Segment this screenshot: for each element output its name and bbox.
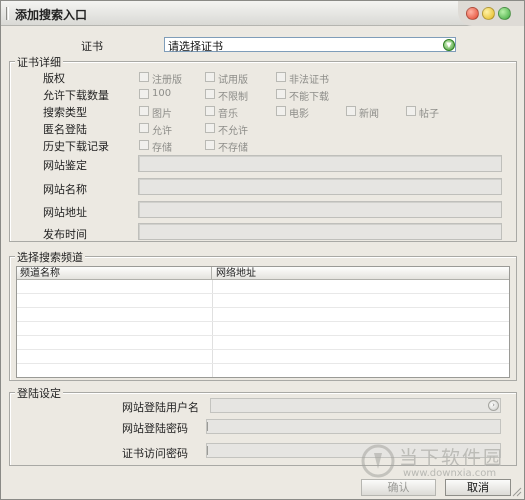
certificate-label: 证书 [81, 40, 103, 53]
checkbox-allow[interactable] [139, 123, 149, 133]
checkbox-news-label: 新闻 [359, 109, 379, 120]
resize-grip-icon[interactable] [510, 485, 522, 497]
username-combo[interactable]: › [210, 398, 501, 413]
download-count-label: 允许下载数量 [43, 89, 109, 102]
certificate-value: 请选择证书 [168, 40, 223, 53]
checkbox-trial-label: 试用版 [218, 75, 248, 86]
watermark-url: www.downxia.com [403, 468, 497, 479]
cert-password-label: 证书访问密码 [122, 447, 188, 460]
checkbox-posts[interactable] [406, 106, 416, 116]
dialog-window: 添加搜索入口 证书 请选择证书 ▼ 证书详细 版权 注册版 试用版 非法证书 允… [0, 0, 525, 500]
anonymous-login-label: 匿名登陆 [43, 123, 87, 136]
site-verify-label: 网站鉴定 [43, 159, 87, 172]
checkbox-100-label: 100 [152, 88, 172, 99]
checkbox-trial[interactable] [205, 72, 215, 82]
checkbox-registered[interactable] [139, 72, 149, 82]
table-row[interactable] [17, 294, 509, 308]
window-controls [458, 1, 524, 26]
checkbox-music[interactable] [205, 106, 215, 116]
password-field[interactable] [206, 419, 501, 434]
username-label: 网站登陆用户名 [122, 401, 199, 414]
checkbox-images-label: 图片 [152, 109, 172, 120]
title-bar[interactable]: 添加搜索入口 [1, 1, 524, 26]
checkbox-store[interactable] [139, 140, 149, 150]
channels-title: 选择搜索频道 [15, 249, 85, 265]
watermark-title: 当下软件园 [399, 447, 505, 469]
cancel-button[interactable]: 取消 [445, 479, 511, 496]
checkbox-movies[interactable] [276, 106, 286, 116]
publish-time-label: 发布时间 [43, 228, 87, 241]
checkbox-disallow[interactable] [205, 123, 215, 133]
column-header-network-url[interactable]: 网络地址 [213, 267, 509, 280]
checkbox-100[interactable] [139, 89, 149, 99]
password-label: 网站登陆密码 [122, 422, 188, 435]
copyright-label: 版权 [43, 72, 65, 85]
checkbox-illegal-cert-label: 非法证书 [289, 75, 329, 86]
site-name-field[interactable] [138, 178, 502, 195]
search-type-label: 搜索类型 [43, 106, 87, 119]
checkbox-posts-label: 帖子 [419, 109, 439, 120]
table-row[interactable] [17, 308, 509, 322]
cursor-indicator [207, 446, 208, 455]
checkbox-store-label: 存储 [152, 143, 172, 154]
checkbox-unlimited[interactable] [205, 89, 215, 99]
title-grip-icon [6, 7, 9, 20]
table-row[interactable] [17, 364, 509, 377]
checkbox-news[interactable] [346, 106, 356, 116]
channels-table[interactable]: 频道名称 网络地址 [16, 266, 510, 378]
window-title: 添加搜索入口 [15, 8, 88, 22]
publish-time-field[interactable] [138, 223, 502, 240]
login-settings-title: 登陆设定 [15, 385, 63, 401]
checkbox-registered-label: 注册版 [152, 75, 182, 86]
confirm-button[interactable]: 确认 [361, 479, 436, 496]
table-row[interactable] [17, 322, 509, 336]
cursor-indicator [207, 422, 208, 431]
checkbox-no-download[interactable] [276, 89, 286, 99]
table-row[interactable] [17, 280, 509, 294]
site-name-label: 网站名称 [43, 183, 87, 196]
minimize-dot-icon[interactable] [482, 7, 495, 20]
column-header-channel-name[interactable]: 频道名称 [17, 267, 212, 280]
checkbox-no-download-label: 不能下载 [289, 92, 329, 103]
maximize-dot-icon[interactable] [498, 7, 511, 20]
watermark-logo-icon [361, 444, 395, 478]
cert-details-title: 证书详细 [15, 54, 63, 70]
channels-table-header: 频道名称 网络地址 [17, 267, 509, 280]
site-url-field[interactable] [138, 201, 502, 218]
site-url-label: 网站地址 [43, 206, 87, 219]
checkbox-movies-label: 电影 [289, 109, 309, 120]
chevron-down-icon[interactable]: ▼ [443, 39, 455, 51]
site-verify-field[interactable] [138, 155, 502, 172]
checkbox-images[interactable] [139, 106, 149, 116]
table-row[interactable] [17, 336, 509, 350]
checkbox-music-label: 音乐 [218, 109, 238, 120]
certificate-select[interactable]: 请选择证书 [164, 37, 456, 53]
checkbox-allow-label: 允许 [152, 126, 172, 137]
checkbox-disallow-label: 不允许 [218, 126, 248, 137]
table-row[interactable] [17, 350, 509, 364]
checkbox-illegal-cert[interactable] [276, 72, 286, 82]
checkbox-no-store[interactable] [205, 140, 215, 150]
checkbox-unlimited-label: 不限制 [218, 92, 248, 103]
download-history-label: 历史下载记录 [43, 140, 109, 153]
chevron-right-icon[interactable]: › [488, 400, 499, 411]
checkbox-no-store-label: 不存储 [218, 143, 248, 154]
close-dot-icon[interactable] [466, 7, 479, 20]
